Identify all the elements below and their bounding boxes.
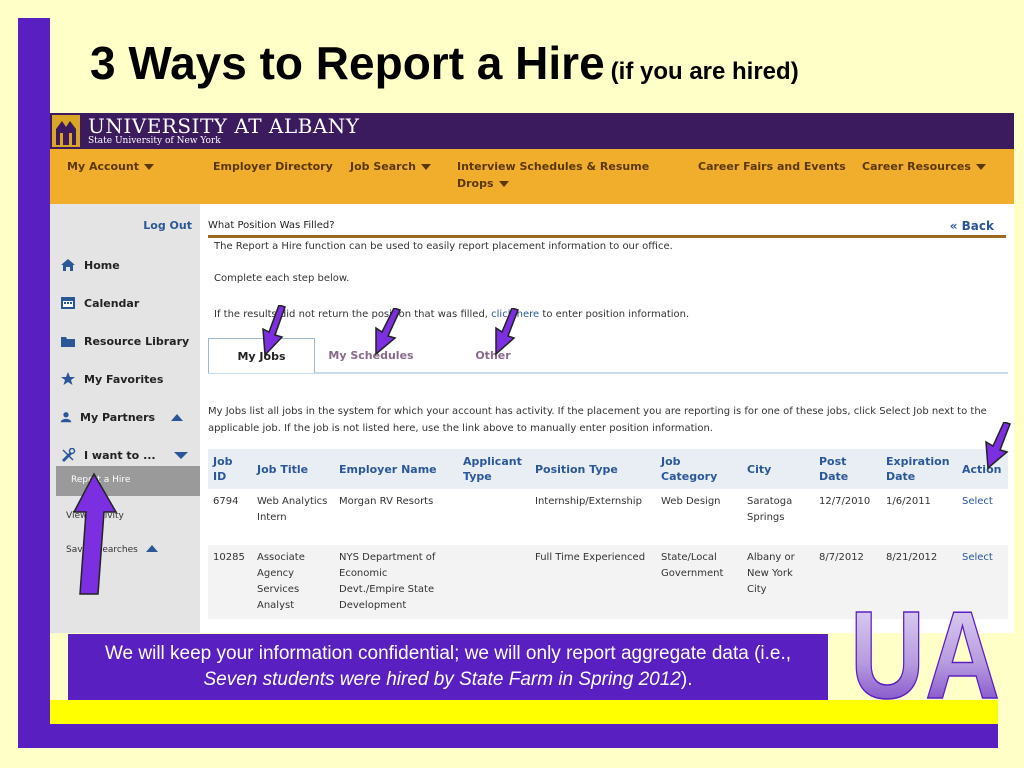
table-cell	[458, 489, 530, 545]
chevron-down-icon	[498, 181, 509, 187]
table-cell: 12/7/2010	[814, 489, 881, 545]
sidebar-item-label: My Favorites	[84, 372, 164, 386]
folder-icon	[61, 337, 75, 347]
sidebar-item-my-partners[interactable]: My Partners	[60, 410, 184, 424]
note-example: Seven students were hired by State Farm …	[203, 669, 681, 690]
page-title: What Position Was Filled?	[208, 220, 335, 231]
tools-icon	[62, 448, 76, 462]
sidebar-item-home[interactable]: Home	[60, 258, 120, 272]
university-crest-icon	[52, 115, 80, 147]
screenshot-panel: UNIVERSITY AT ALBANY State University of…	[50, 113, 1014, 633]
table-cell: Web Analytics Intern	[252, 489, 334, 545]
sidebar-item-label: Calendar	[84, 296, 140, 310]
slide-title-main: 3 Ways to Report a Hire	[90, 37, 605, 89]
table-cell: Internship/Externship	[530, 489, 656, 545]
chevron-down-icon	[975, 164, 986, 170]
chevron-up-icon	[145, 545, 158, 552]
column-header[interactable]: Post Date	[814, 449, 881, 489]
nav-job-search[interactable]: Job Search	[350, 158, 431, 175]
select-job-link[interactable]: Select	[957, 489, 1008, 545]
arrow-to-my-jobs-icon	[262, 305, 286, 357]
nav-interview-schedules[interactable]: Interview Schedules & Resume Drops	[457, 158, 649, 192]
note-text-end: ).	[680, 669, 693, 690]
intro-text: The Report a Hire function can be used t…	[214, 241, 673, 252]
sidebar-item-i-want-to[interactable]: I want to ...	[60, 448, 188, 462]
chevron-up-icon[interactable]	[171, 413, 184, 421]
sidebar-item-label: Resource Library	[84, 334, 190, 348]
arrow-to-my-schedules-icon	[375, 308, 402, 356]
table-cell: Associate Agency Services Analyst	[252, 545, 334, 619]
column-header[interactable]: Applicant Type	[458, 449, 530, 489]
nav-my-account[interactable]: My Account	[67, 158, 154, 175]
nav-career-fairs[interactable]: Career Fairs and Events	[698, 158, 846, 175]
nav-career-resources[interactable]: Career Resources	[862, 158, 986, 175]
column-header[interactable]: Job Title	[252, 449, 334, 489]
star-icon	[61, 372, 75, 385]
main-content: What Position Was Filled? « Back The Rep…	[208, 204, 1008, 633]
home-icon	[61, 259, 75, 271]
table-cell: 1/6/2011	[881, 489, 957, 545]
table-cell: 10285	[208, 545, 252, 619]
arrow-to-report-a-hire-icon	[72, 472, 118, 595]
note-text: We will keep your information confidenti…	[104, 643, 792, 664]
chevron-down-icon	[420, 164, 431, 170]
person-icon	[60, 412, 72, 423]
chevron-down-icon	[143, 164, 154, 170]
sidebar-item-label: My Partners	[80, 410, 156, 424]
university-subtitle: State University of New York	[88, 136, 221, 146]
slide-title: 3 Ways to Report a Hire (if you are hired…	[90, 36, 799, 90]
slide-left-bar	[18, 18, 50, 748]
table-row: 6794 Web Analytics Intern Morgan RV Reso…	[208, 489, 1008, 545]
table-cell: Albany or New York City	[742, 545, 814, 619]
sidebar-item-label: Home	[84, 258, 120, 272]
table-cell: Morgan RV Resorts	[334, 489, 458, 545]
chevron-down-icon[interactable]	[173, 451, 188, 459]
university-header: UNIVERSITY AT ALBANY State University of…	[50, 113, 1014, 149]
calendar-icon	[61, 297, 75, 309]
title-divider	[208, 235, 1006, 238]
confidentiality-note: We will keep your information confidenti…	[68, 634, 828, 700]
ua-logo: UA	[849, 588, 1001, 708]
university-name[interactable]: UNIVERSITY AT ALBANY	[88, 114, 359, 138]
back-link[interactable]: « Back	[950, 219, 994, 233]
sidebar-item-resource-library[interactable]: Resource Library	[60, 334, 189, 348]
table-cell: Full Time Experienced	[530, 545, 656, 619]
tabs-divider	[208, 372, 1008, 374]
sidebar-item-label: I want to ...	[84, 448, 156, 462]
logout-link[interactable]: Log Out	[143, 219, 192, 232]
my-jobs-description: My Jobs list all jobs in the system for …	[208, 406, 987, 434]
table-cell: Saratoga Springs	[742, 489, 814, 545]
nav-employer-directory[interactable]: Employer Directory	[213, 158, 333, 175]
table-cell: Web Design	[656, 489, 742, 545]
ua-logo-text: UA	[850, 588, 1000, 708]
column-header[interactable]: City	[742, 449, 814, 489]
table-cell: State/Local Government	[656, 545, 742, 619]
slide-bottom-bar	[18, 724, 998, 748]
step-text: Complete each step below.	[214, 273, 350, 284]
sidebar-item-my-favorites[interactable]: My Favorites	[60, 372, 163, 386]
arrow-to-other-icon	[495, 308, 519, 356]
table-cell: 6794	[208, 489, 252, 545]
arrow-to-action-icon	[985, 422, 1011, 470]
column-header[interactable]: Position Type	[530, 449, 656, 489]
column-header[interactable]: Job ID	[208, 449, 252, 489]
sidebar-item-calendar[interactable]: Calendar	[60, 296, 139, 310]
table-cell	[458, 545, 530, 619]
table-cell: NYS Department of Economic Devt./Empire …	[334, 545, 458, 619]
slide-title-sub: (if you are hired)	[610, 58, 799, 85]
column-header[interactable]: Employer Name	[334, 449, 458, 489]
column-header[interactable]: Job Category	[656, 449, 742, 489]
top-nav: My Account Employer Directory Job Search…	[50, 149, 1014, 204]
column-header[interactable]: Expiration Date	[881, 449, 957, 489]
table-header-row: Job ID Job Title Employer Name Applicant…	[208, 449, 1008, 489]
